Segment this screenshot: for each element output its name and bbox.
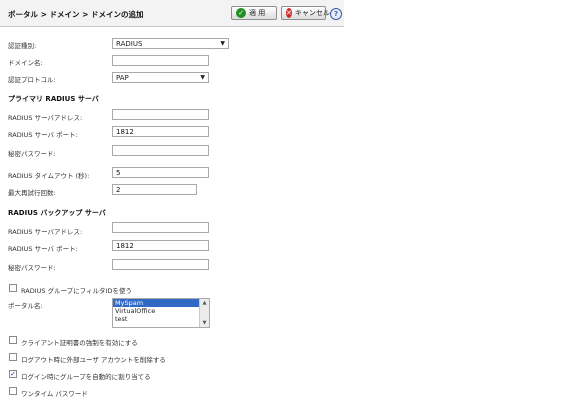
- chevron-down-icon: ▼: [220, 40, 225, 47]
- primary-secret-input[interactable]: [112, 145, 209, 156]
- cancel-button-label: キャンセル: [294, 9, 330, 17]
- backup-server-heading: RADIUS バックアップ サーバ: [8, 209, 106, 217]
- auth-protocol-value: PAP: [116, 74, 129, 82]
- help-icon[interactable]: ?: [330, 8, 342, 20]
- auth-type-select[interactable]: RADIUS ▼: [112, 38, 229, 49]
- primary-port-input[interactable]: 1812: [112, 126, 209, 137]
- retries-input[interactable]: 2: [112, 184, 197, 195]
- close-icon: ✕: [286, 8, 292, 18]
- login-group-checkbox[interactable]: ✓: [9, 370, 17, 378]
- backup-secret-label: 秘密パスワード:: [8, 264, 56, 272]
- check-icon: ✓: [236, 8, 246, 18]
- otp-label: ワンタイム パスワード: [21, 390, 88, 398]
- login-group-label: ログイン時にグループを自動的に割り当てる: [21, 373, 151, 381]
- filter-id-label: RADIUS グループにフィルタIDを使う: [21, 287, 132, 295]
- primary-address-label: RADIUS サーバアドレス:: [8, 114, 83, 122]
- portal-option[interactable]: test: [113, 315, 203, 323]
- backup-port-label: RADIUS サーバ ポート:: [8, 245, 78, 253]
- backup-address-label: RADIUS サーバアドレス:: [8, 228, 83, 236]
- page-header: ポータル > ドメイン > ドメインの追加 ✓ 適 用 ✕ キャンセル ?: [0, 0, 344, 27]
- auth-protocol-label: 認証プロトコル:: [8, 76, 56, 84]
- apply-button[interactable]: ✓ 適 用: [231, 6, 277, 20]
- auth-type-label: 認証種別:: [8, 42, 37, 50]
- auth-type-value: RADIUS: [116, 40, 143, 48]
- backup-secret-input[interactable]: [112, 259, 209, 270]
- timeout-label: RADIUS タイムアウト (秒):: [8, 172, 90, 180]
- scroll-up-icon[interactable]: ▲: [201, 300, 208, 306]
- primary-port-label: RADIUS サーバ ポート:: [8, 131, 78, 139]
- logout-delete-checkbox[interactable]: [9, 353, 17, 361]
- portal-name-label: ポータル名:: [8, 302, 43, 310]
- portal-scrollbar[interactable]: ▲ ▼: [199, 299, 209, 327]
- backup-address-input[interactable]: [112, 222, 209, 233]
- chevron-down-icon: ▼: [200, 74, 205, 81]
- primary-server-heading: プライマリ RADIUS サーバ: [8, 95, 99, 103]
- filter-id-checkbox[interactable]: [9, 284, 17, 292]
- portal-option[interactable]: MySpam: [113, 299, 203, 307]
- domain-name-label: ドメイン名:: [8, 59, 43, 67]
- auth-protocol-select[interactable]: PAP ▼: [112, 72, 209, 83]
- primary-secret-label: 秘密パスワード:: [8, 150, 56, 158]
- apply-button-label: 適 用: [249, 9, 266, 17]
- logout-delete-label: ログアウト時に外部ユーザ アカウントを削除する: [21, 356, 166, 364]
- scroll-down-icon[interactable]: ▼: [201, 320, 208, 326]
- timeout-input[interactable]: 5: [112, 167, 209, 178]
- primary-address-input[interactable]: [112, 109, 209, 120]
- cancel-button[interactable]: ✕ キャンセル: [281, 6, 330, 20]
- client-cert-label: クライアント証明書の強制を有効にする: [21, 339, 138, 347]
- retries-label: 最大再試行回数:: [8, 189, 56, 197]
- otp-checkbox[interactable]: [9, 387, 17, 395]
- backup-port-input[interactable]: 1812: [112, 240, 209, 251]
- breadcrumb: ポータル > ドメイン > ドメインの追加: [8, 10, 144, 19]
- portal-listbox[interactable]: MySpam VirtualOffice test ▲ ▼: [112, 298, 210, 328]
- domain-name-input[interactable]: [112, 55, 209, 66]
- portal-option[interactable]: VirtualOffice: [113, 307, 203, 315]
- client-cert-checkbox[interactable]: [9, 336, 17, 344]
